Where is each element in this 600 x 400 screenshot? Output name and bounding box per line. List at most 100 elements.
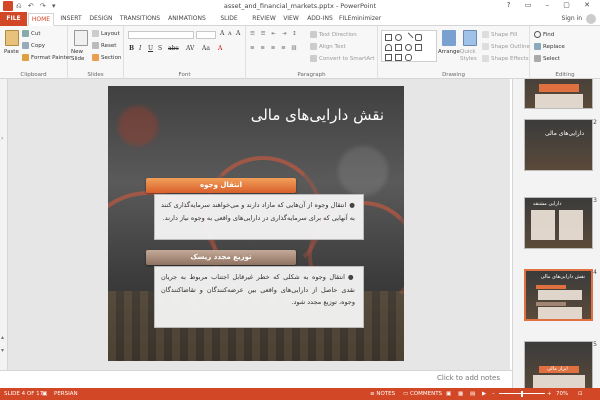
arrange-icon[interactable] xyxy=(442,30,456,46)
slide-thumbnail[interactable]: دارایی‌های مالی xyxy=(524,119,593,171)
section-heading-risk-redistribution[interactable]: توزیع مجدد ریسک xyxy=(146,250,296,265)
change-case-icon[interactable]: Aa xyxy=(202,45,210,52)
star-shape-icon[interactable] xyxy=(405,54,412,61)
italic-icon[interactable]: I xyxy=(139,45,141,52)
cut-button[interactable]: Cut xyxy=(22,30,40,37)
shape-effects-button[interactable]: Shape Effects xyxy=(482,55,529,62)
underline-icon[interactable]: U xyxy=(148,45,153,52)
format-painter-button[interactable]: Format Painter xyxy=(22,54,71,61)
arc-shape-icon[interactable] xyxy=(385,44,392,51)
normal-view-icon[interactable]: ▣ xyxy=(446,391,451,397)
slide-thumbnail[interactable] xyxy=(524,79,593,109)
notes-placeholder[interactable]: Click to add notes xyxy=(437,374,500,382)
paste-icon[interactable] xyxy=(5,30,19,46)
section-body-risk-redistribution[interactable]: ●انتقال وجوه به شکلی که خطر غیرقابل اجتن… xyxy=(154,266,364,328)
character-spacing-icon[interactable]: AV xyxy=(186,45,194,52)
find-label: Find xyxy=(543,32,555,38)
arrow-shape-icon[interactable] xyxy=(385,54,392,61)
slide-title[interactable]: نقش دارایی‌های مالی xyxy=(251,106,384,124)
square-shape-icon[interactable] xyxy=(395,44,402,51)
tab-transitions[interactable]: TRANSITIONS xyxy=(118,13,162,26)
layout-button[interactable]: Layout xyxy=(92,30,120,37)
zoom-in-icon[interactable]: + xyxy=(547,391,552,397)
align-text-button[interactable]: Align Text xyxy=(310,43,346,50)
font-family-select[interactable] xyxy=(128,31,194,39)
section-button[interactable]: Section xyxy=(92,54,121,61)
tab-home[interactable]: HOME xyxy=(28,13,54,26)
notes-button[interactable]: ≡ NOTES xyxy=(370,391,395,397)
bold-icon[interactable]: B xyxy=(129,45,134,52)
textbox-shape-icon[interactable] xyxy=(415,44,422,51)
callout-shape-icon[interactable] xyxy=(395,54,402,61)
list-buttons[interactable]: ☰ ☰ ⇤ ⇥ ↕ xyxy=(250,31,299,37)
copy-button[interactable]: Copy xyxy=(22,42,45,49)
slide-thumbnail[interactable]: دارایی مشتقه xyxy=(524,197,593,249)
convert-smartart-button[interactable]: Convert to SmartArt xyxy=(310,55,375,62)
scroll-up-icon[interactable]: ▴ xyxy=(1,334,4,341)
circle-shape-icon[interactable] xyxy=(405,44,412,51)
clear-formatting-icon[interactable]: A xyxy=(236,30,240,37)
select-button[interactable]: Select xyxy=(534,55,560,62)
slide-4[interactable]: نقش دارایی‌های مالی انتقال وجوه ●انتقال … xyxy=(108,86,404,361)
expand-arrow-icon[interactable]: › xyxy=(1,135,3,142)
rectangle-shape-icon[interactable] xyxy=(385,34,392,41)
font-color-icon[interactable]: A xyxy=(218,45,222,52)
paste-button[interactable]: Paste xyxy=(4,49,19,55)
rounded-rect-shape-icon[interactable] xyxy=(415,34,422,41)
tab-view[interactable]: VIEW xyxy=(281,13,301,26)
find-button[interactable]: Find xyxy=(534,31,554,38)
zoom-slider-handle[interactable] xyxy=(521,391,523,397)
notes-pane[interactable]: Click to add notes xyxy=(0,370,512,388)
tab-animations[interactable]: ANIMATIONS xyxy=(165,13,209,26)
shapes-gallery[interactable] xyxy=(381,30,437,62)
ribbon-tabs: FILE HOME INSERT DESIGN TRANSITIONS ANIM… xyxy=(0,12,600,34)
shape-outline-button[interactable]: Shape Outline xyxy=(482,43,530,50)
alignment-buttons[interactable]: ≡ ≡ ≡ ≡ ▥ xyxy=(250,45,299,51)
drawing-group-label: Drawing xyxy=(442,72,465,78)
language-indicator[interactable]: PERSIAN xyxy=(54,391,78,397)
spellcheck-icon[interactable]: ▣ xyxy=(42,391,47,397)
shrink-font-icon[interactable]: A xyxy=(228,31,232,37)
strikethrough-icon[interactable]: abc xyxy=(168,45,179,52)
window-controls[interactable]: ? ▭ – ▢ ✕ xyxy=(507,1,596,9)
zoom-out-icon[interactable]: – xyxy=(492,391,495,397)
replace-button[interactable]: Replace xyxy=(534,43,565,50)
text-direction-button[interactable]: Text Direction xyxy=(310,31,357,38)
tab-insert[interactable]: INSERT xyxy=(58,13,84,26)
scroll-down-icon[interactable]: ▾ xyxy=(1,347,4,354)
slide-thumbnail-selected[interactable]: نقش دارایی‌های مالی xyxy=(524,269,593,321)
shape-fill-button[interactable]: Shape Fill xyxy=(482,31,517,38)
section-body-fund-transfer[interactable]: ●انتقال وجوه از آن‌هایی که مازاد دارند و… xyxy=(154,194,364,240)
tab-add-ins[interactable]: ADD-INS xyxy=(305,13,335,26)
fit-to-window-icon[interactable]: ⊡ xyxy=(578,391,583,397)
tab-review[interactable]: REVIEW xyxy=(250,13,278,26)
zoom-level[interactable]: 70% xyxy=(556,391,568,397)
grow-font-icon[interactable]: A xyxy=(220,30,224,37)
slide-number: 2 xyxy=(593,119,597,126)
slide-sorter-icon[interactable]: ▦ xyxy=(458,391,463,397)
section-heading-fund-transfer[interactable]: انتقال وجوه xyxy=(146,178,296,193)
oval-shape-icon[interactable] xyxy=(395,34,402,41)
tab-file[interactable]: FILE xyxy=(0,12,27,26)
slideshow-icon[interactable]: ▶ xyxy=(482,391,486,397)
tab-design[interactable]: DESIGN xyxy=(88,13,114,26)
reading-view-icon[interactable]: ▤ xyxy=(470,391,475,397)
comments-button[interactable]: ▭ COMMENTS xyxy=(403,391,442,397)
quick-styles-icon[interactable] xyxy=(463,30,477,46)
account-avatar[interactable] xyxy=(586,14,596,24)
sign-in-link[interactable]: Sign in xyxy=(562,15,582,22)
new-slide-icon[interactable] xyxy=(74,30,88,46)
font-size-select[interactable] xyxy=(196,31,216,39)
tab-slide-show[interactable]: SLIDE SHOW xyxy=(211,13,247,34)
arrange-button[interactable]: Arrange xyxy=(438,49,460,55)
new-slide-button[interactable]: New Slide xyxy=(71,49,93,63)
slide-thumbnail[interactable]: ابزار مالی xyxy=(524,341,593,388)
thumbnail-collapse-strip[interactable]: › ▴ ▾ xyxy=(0,79,8,388)
quick-styles-button[interactable]: Quick Styles xyxy=(460,49,480,63)
tab-fileminimizer[interactable]: FILEminimizer xyxy=(339,13,381,26)
shadow-icon[interactable]: S xyxy=(158,45,162,52)
line-shape-icon[interactable] xyxy=(403,32,414,43)
section2-text: انتقال وجوه به شکلی که خطر غیرقابل اجتنا… xyxy=(161,273,355,306)
reset-button[interactable]: Reset xyxy=(92,42,116,49)
slide-thumbnail-pane[interactable]: 2 دارایی‌های مالی 3 دارایی مشتقه 4 نقش د… xyxy=(512,79,600,388)
